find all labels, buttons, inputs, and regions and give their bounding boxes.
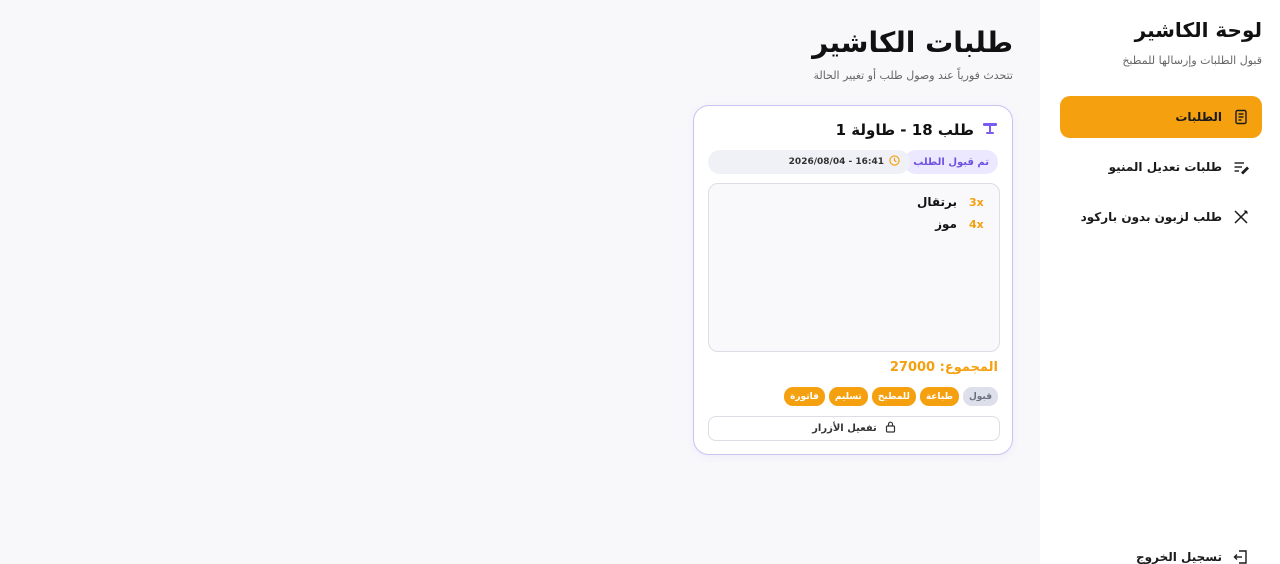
sidebar-subtitle: قبول الطلبات وإرسالها للمطبخ [1122,54,1262,67]
sidebar-item-menu-edit-requests[interactable]: طلبات تعديل المنيو [1060,146,1262,188]
logout-icon [1232,548,1250,564]
order-actions: قبول طباعة للمطبخ تسليم فاتورة [784,387,998,406]
sidebar-item-orders[interactable]: الطلبات [1060,96,1262,138]
sidebar-item-label: طلب لزبون بدون باركود [1080,210,1222,224]
utensils-icon [1232,208,1250,226]
logout-button[interactable]: تسجيل الخروج [1060,536,1262,564]
enable-buttons-label: تفعيل الأزرار [812,423,877,434]
sidebar-item-label: طلبات تعديل المنيو [1108,160,1222,174]
sidebar-title: لوحة الكاشير [1134,18,1262,42]
datetime-text: 2026/08/04 - 16:41 [788,157,884,167]
order-items-list: 3x برتقال 4x موز [708,183,1000,352]
print-button[interactable]: طباعة [919,387,959,406]
table-icon [982,120,998,139]
enable-buttons-button[interactable]: تفعيل الأزرار [708,416,1000,441]
lock-icon [885,421,896,436]
receipt-icon [1232,108,1250,126]
accept-button[interactable]: قبول [962,387,998,406]
page-subtitle: تتحدث فورياً عند وصول طلب أو تغيير الحال… [813,69,1014,82]
app-root: لوحة الكاشير قبول الطلبات وإرسالها للمطب… [0,0,1280,564]
invoice-button[interactable]: فاتورة [784,387,825,406]
sidebar-item-no-barcode-order[interactable]: طلب لزبون بدون باركود [1060,196,1262,238]
item-name: موز [935,217,957,231]
order-card: طلب 18 - طاولة 1 تم قبول الطلب 2026/08/0… [693,105,1013,455]
item-name: برتقال [916,195,957,209]
order-total: المجموع: 27000 [889,360,998,375]
deliver-button[interactable]: تسليم [828,387,868,406]
sidebar: لوحة الكاشير قبول الطلبات وإرسالها للمطب… [1040,0,1280,564]
item-quantity: 4x [969,217,984,231]
order-title: طلب 18 - طاولة 1 [835,120,974,139]
edit-list-icon [1232,158,1250,176]
logout-label: تسجيل الخروج [1136,550,1222,564]
sidebar-item-label: الطلبات [1175,110,1222,124]
send-to-kitchen-button[interactable]: للمطبخ [871,387,916,406]
order-datetime: 2026/08/04 - 16:41 [708,150,910,174]
status-badge: تم قبول الطلب [904,150,998,174]
list-item: 3x برتقال [709,191,984,213]
list-item: 4x موز [709,213,984,235]
page-title: طلبات الكاشير [812,26,1013,59]
clock-icon [889,155,900,169]
item-quantity: 3x [969,195,984,209]
order-header: طلب 18 - طاولة 1 [836,120,998,139]
